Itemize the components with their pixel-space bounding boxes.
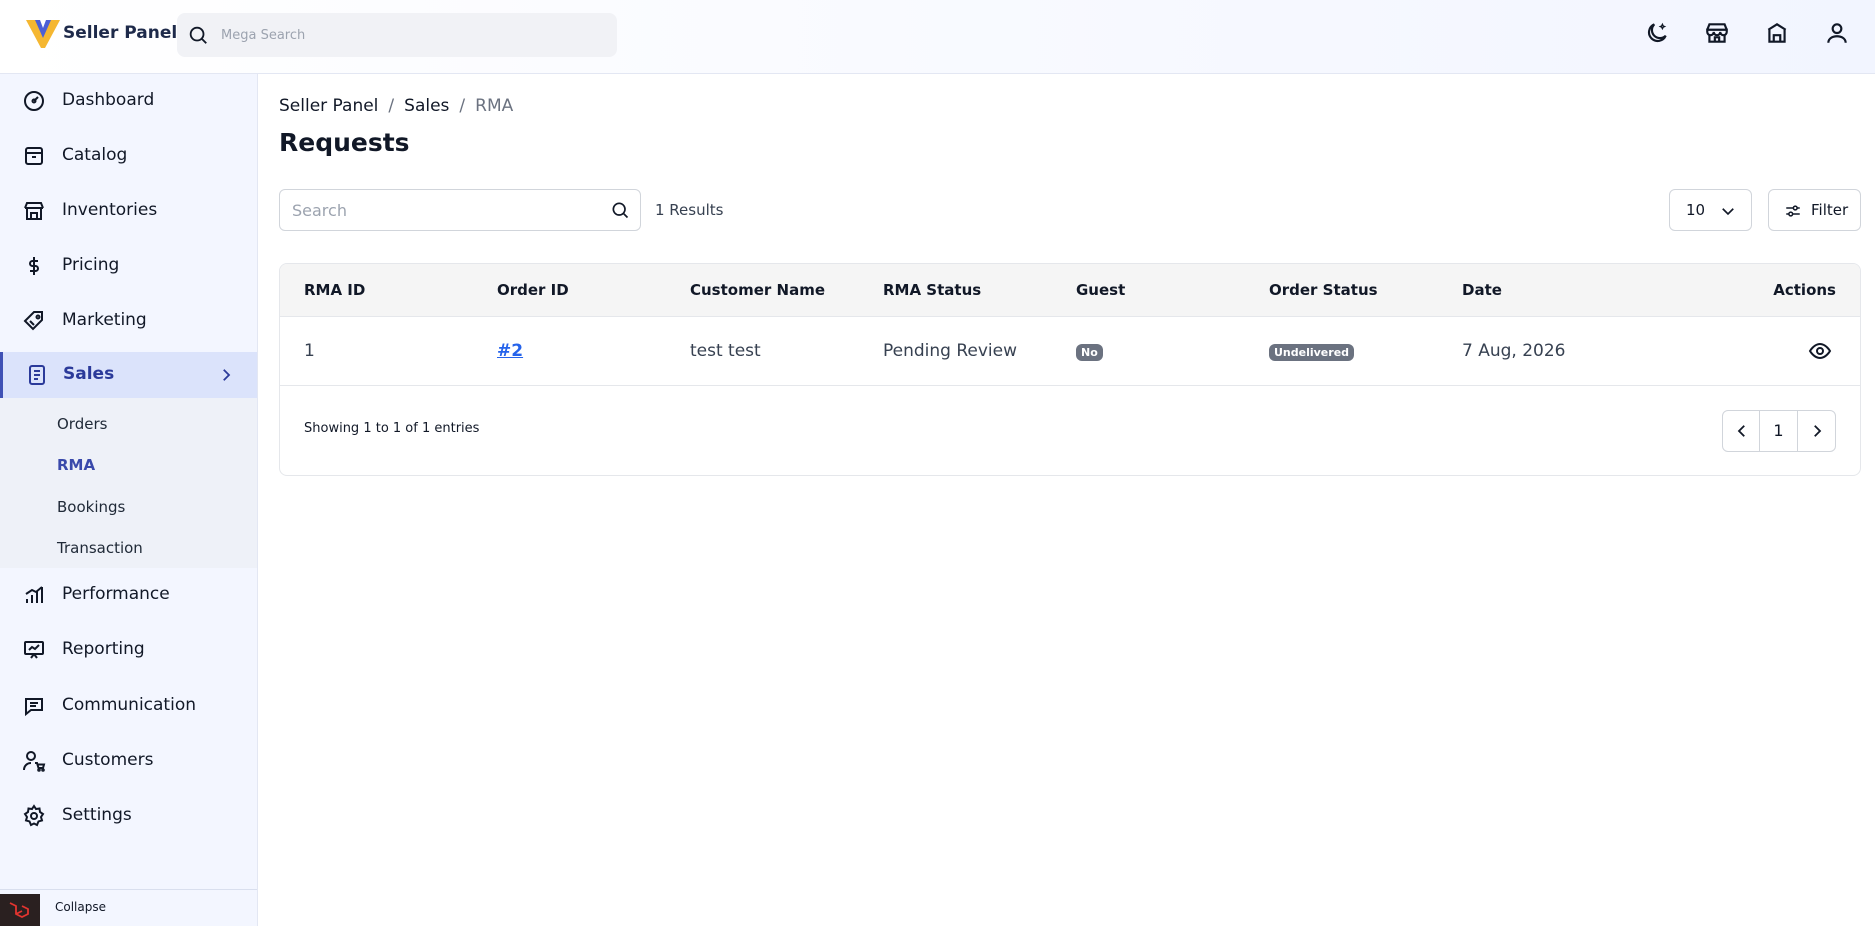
tag-icon bbox=[23, 311, 43, 331]
sidebar-item-dashboard[interactable]: Dashboard bbox=[0, 78, 257, 124]
sidebar-item-customers[interactable]: Customers bbox=[0, 738, 257, 784]
sidebar-item-label: Pricing bbox=[62, 255, 120, 275]
shop-icon[interactable] bbox=[1764, 20, 1790, 46]
pagination: 1 bbox=[1722, 410, 1836, 452]
table-search[interactable] bbox=[279, 189, 641, 231]
breadcrumb-current: RMA bbox=[475, 96, 514, 116]
chevron-right-icon bbox=[1814, 425, 1822, 437]
filter-label: Filter bbox=[1811, 201, 1849, 219]
top-header: Seller Panel bbox=[0, 0, 1875, 74]
filter-button[interactable]: Filter bbox=[1768, 189, 1861, 231]
sidebar-item-sales[interactable]: Sales bbox=[0, 352, 257, 398]
message-icon bbox=[25, 698, 43, 717]
laravel-logo-icon bbox=[0, 894, 40, 926]
storefront-icon[interactable] bbox=[1704, 20, 1730, 46]
sidebar: Dashboard Catalog Inventories Pricing Ma… bbox=[0, 74, 258, 926]
document-icon bbox=[29, 365, 45, 385]
sidebar-item-label: Marketing bbox=[62, 310, 147, 330]
dashboard-icon bbox=[24, 91, 44, 111]
sidebar-item-marketing[interactable]: Marketing bbox=[0, 298, 257, 344]
filter-sliders-icon bbox=[1786, 205, 1800, 217]
column-header[interactable]: Guest bbox=[1076, 281, 1125, 299]
sidebar-item-performance[interactable]: Performance bbox=[0, 572, 257, 618]
catalog-icon bbox=[25, 147, 43, 165]
submenu-item-rma[interactable]: RMA bbox=[57, 456, 95, 474]
per-page-select[interactable]: 10 bbox=[1669, 189, 1752, 231]
brand-name[interactable]: Seller Panel bbox=[63, 23, 177, 43]
view-eye-icon[interactable] bbox=[1808, 339, 1832, 363]
search-icon[interactable] bbox=[610, 200, 630, 220]
presentation-icon bbox=[24, 641, 44, 659]
column-header[interactable]: RMA Status bbox=[883, 281, 981, 299]
prev-page-button[interactable] bbox=[1723, 411, 1760, 451]
sidebar-item-label: Communication bbox=[62, 695, 196, 715]
page-number-button[interactable]: 1 bbox=[1760, 411, 1798, 451]
page-title: Requests bbox=[279, 128, 410, 157]
gear-icon bbox=[23, 804, 45, 827]
brand-logo-icon[interactable] bbox=[26, 18, 60, 50]
mega-search[interactable] bbox=[177, 13, 617, 57]
collapse-label: Collapse bbox=[55, 900, 106, 914]
breadcrumb: Seller Panel / Sales / RMA bbox=[279, 96, 514, 116]
submenu-item-bookings[interactable]: Bookings bbox=[57, 498, 125, 516]
per-page-value: 10 bbox=[1686, 201, 1706, 219]
breadcrumb-parent[interactable]: Sales bbox=[404, 96, 449, 116]
sidebar-item-communication[interactable]: Communication bbox=[0, 683, 257, 729]
chevron-right-icon bbox=[223, 369, 231, 381]
sidebar-item-label: Settings bbox=[62, 805, 132, 825]
sidebar-item-label: Performance bbox=[62, 584, 170, 604]
search-icon bbox=[189, 26, 207, 44]
user-icon[interactable] bbox=[1824, 20, 1850, 46]
theme-toggle-icon[interactable] bbox=[1644, 20, 1670, 46]
column-header[interactable]: Order ID bbox=[497, 281, 569, 299]
column-header: Actions bbox=[1773, 281, 1836, 299]
chevron-left-icon bbox=[1737, 425, 1745, 437]
sidebar-item-settings[interactable]: Settings bbox=[0, 793, 257, 839]
column-header[interactable]: RMA ID bbox=[304, 281, 365, 299]
next-page-button[interactable] bbox=[1798, 411, 1835, 451]
cell-order-id: #2 bbox=[497, 341, 523, 361]
sidebar-item-label: Dashboard bbox=[62, 90, 155, 110]
bar-chart-icon bbox=[25, 586, 43, 603]
results-count: 1 Results bbox=[655, 201, 724, 219]
sidebar-item-inventories[interactable]: Inventories bbox=[0, 188, 257, 234]
cell-rma-status: Pending Review bbox=[883, 341, 1018, 361]
sidebar-item-reporting[interactable]: Reporting bbox=[0, 627, 257, 673]
table-header: RMA ID Order ID Customer Name RMA Status… bbox=[280, 264, 1860, 317]
cell-date: 7 Aug, 2026 bbox=[1462, 341, 1566, 361]
table-row: 1 #2 test test Pending Review No Undeliv… bbox=[280, 317, 1860, 386]
dollar-icon bbox=[29, 257, 39, 275]
order-link[interactable]: #2 bbox=[497, 341, 523, 361]
sidebar-item-catalog[interactable]: Catalog bbox=[0, 133, 257, 179]
sales-submenu: Orders RMA Bookings Transaction bbox=[0, 398, 257, 568]
rma-table: RMA ID Order ID Customer Name RMA Status… bbox=[279, 263, 1861, 476]
column-header[interactable]: Order Status bbox=[1269, 281, 1378, 299]
sidebar-item-label: Reporting bbox=[62, 639, 145, 659]
search-input[interactable] bbox=[292, 190, 592, 230]
cell-customer-name: test test bbox=[690, 341, 761, 361]
sidebar-item-label: Customers bbox=[62, 750, 154, 770]
mega-search-input[interactable] bbox=[221, 13, 601, 57]
sidebar-item-label: Catalog bbox=[62, 145, 128, 165]
sidebar-item-label: Sales bbox=[63, 364, 115, 384]
inventory-icon bbox=[24, 202, 44, 220]
customers-icon bbox=[23, 751, 46, 772]
chevron-down-icon bbox=[1722, 208, 1734, 216]
order-status-badge: Undelivered bbox=[1269, 344, 1355, 361]
breadcrumb-root[interactable]: Seller Panel bbox=[279, 96, 378, 116]
submenu-item-transaction[interactable]: Transaction bbox=[57, 539, 143, 557]
sidebar-item-label: Inventories bbox=[62, 200, 158, 220]
sidebar-item-pricing[interactable]: Pricing bbox=[0, 243, 257, 289]
submenu-item-orders[interactable]: Orders bbox=[57, 415, 107, 433]
collapse-button[interactable]: Collapse bbox=[0, 889, 257, 926]
showing-entries: Showing 1 to 1 of 1 entries bbox=[304, 421, 480, 436]
column-header[interactable]: Date bbox=[1462, 281, 1502, 299]
guest-badge: No bbox=[1076, 344, 1103, 361]
column-header[interactable]: Customer Name bbox=[690, 281, 825, 299]
cell-rma-id: 1 bbox=[304, 341, 315, 361]
